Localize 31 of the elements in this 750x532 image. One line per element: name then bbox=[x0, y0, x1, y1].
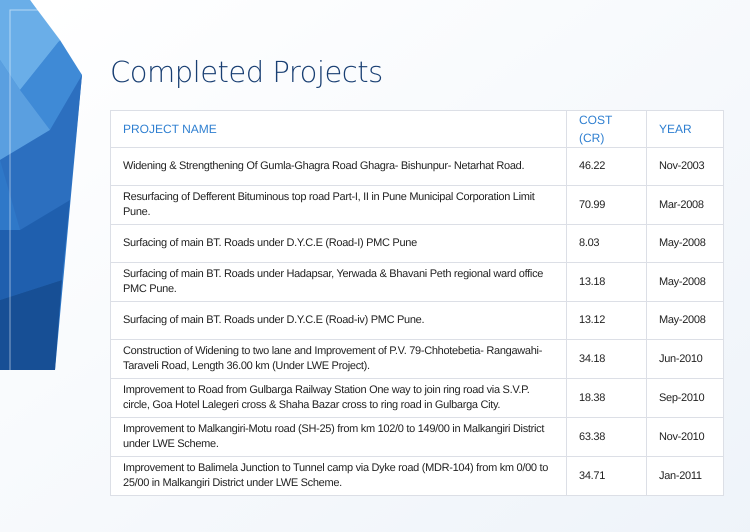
table-cell: Nov-2003 bbox=[646, 148, 724, 186]
table-cell: 46.22 bbox=[566, 148, 646, 186]
table-cell: Improvement to Road from Gulbarga Railway Station One way to join ring road via S.V.P. circle, Goa Hotel Lalegeri cross & Shaha Bazar cross to ring road in Gulbarga City. bbox=[110, 378, 566, 418]
table-cell: Sep-2010 bbox=[646, 378, 724, 418]
table-cell: 13.12 bbox=[566, 302, 646, 340]
page-title: Completed Projects bbox=[110, 54, 383, 91]
table-cell: Improvement to Malkangiri-Motu road (SH-25) from km 102/0 to 149/00 in Malkangiri District under LWE Scheme. bbox=[110, 418, 566, 456]
column-header: COST (CR) bbox=[566, 110, 646, 148]
table-cell: Widening & Strengthening Of Gumla-Ghagra Road Ghagra- Bishunpur- Netarhat Road. bbox=[110, 148, 566, 186]
table-cell: Construction of Widening to two lane and Improvement of P.V. 79-Chhotebetia- Rangawahi- Taraveli Road, Length 36.00 km (Under LWE Project). bbox=[110, 340, 566, 378]
column-header: YEAR bbox=[646, 110, 724, 148]
table-cell: May-2008 bbox=[646, 224, 724, 262]
table-cell: Surfacing of main BT. Roads under D.Y.C.E (Road-iv) PMC Pune. bbox=[110, 302, 566, 340]
table-cell: 34.71 bbox=[566, 456, 646, 496]
table-cell: Resurfacing of Defferent Bituminous top road Part-I, II in Pune Municipal Corporation Limit Pune. bbox=[110, 186, 566, 224]
table-cell: Improvement to Balimela Junction to Tunnel camp via Dyke road (MDR-104) from km 0/00 to 25/00 in Malkangiri District under LWE Scheme. bbox=[110, 456, 566, 496]
column-header: PROJECT NAME bbox=[110, 110, 566, 148]
table-cell: Surfacing of main BT. Roads under D.Y.C.E (Road-I) PMC Pune bbox=[110, 224, 566, 262]
table-cell: Jan-2011 bbox=[646, 456, 724, 496]
table-cell: Nov-2010 bbox=[646, 418, 724, 456]
table-cell: 63.38 bbox=[566, 418, 646, 456]
table-cell: 70.99 bbox=[566, 186, 646, 224]
table-cell: May-2008 bbox=[646, 262, 724, 302]
table-cell: May-2008 bbox=[646, 302, 724, 340]
table-cell: Jun-2010 bbox=[646, 340, 724, 378]
table-cell: 18.38 bbox=[566, 378, 646, 418]
table-cell: Surfacing of main BT. Roads under Hadapsar, Yerwada & Bhavani Peth regional ward office PMC Pune. bbox=[110, 262, 566, 302]
table-cell: 13.18 bbox=[566, 262, 646, 302]
table-cell: 8.03 bbox=[566, 224, 646, 262]
table-cell: Mar-2008 bbox=[646, 186, 724, 224]
table-cell: 34.18 bbox=[566, 340, 646, 378]
